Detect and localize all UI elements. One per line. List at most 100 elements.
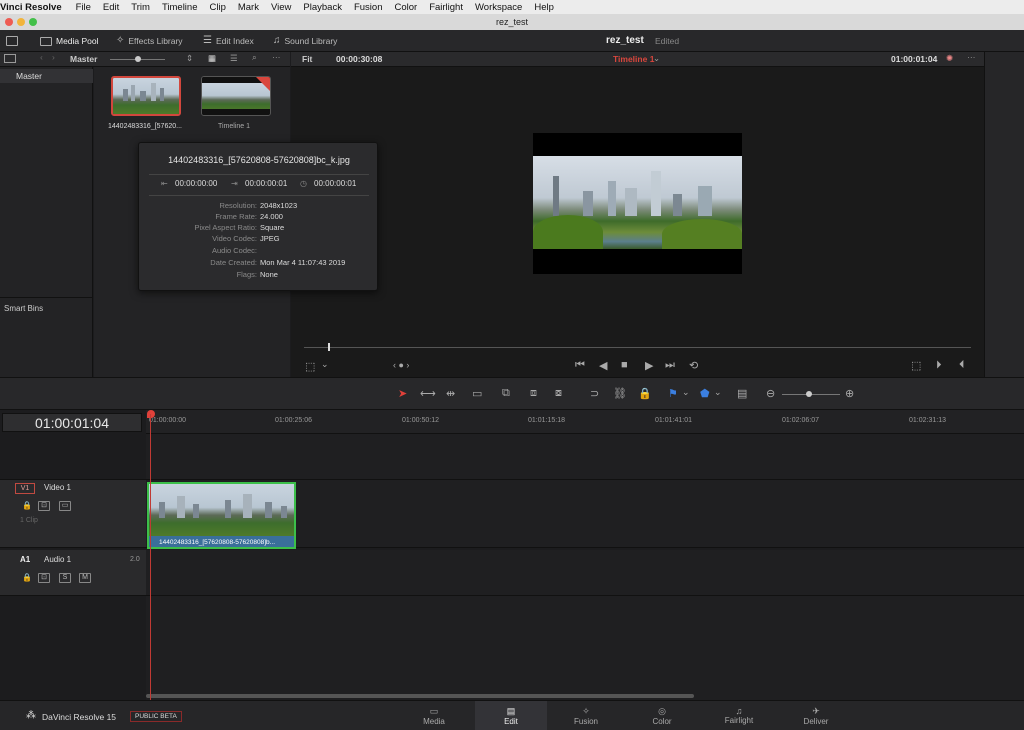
- sound-library-button[interactable]: ♫ Sound Library: [273, 30, 337, 52]
- page-fairlight[interactable]: ♫ Fairlight: [718, 701, 760, 730]
- audio-track-id[interactable]: A1: [20, 555, 30, 564]
- app-menu[interactable]: Vinci Resolve: [0, 2, 70, 13]
- menu-playback[interactable]: Playback: [297, 2, 348, 13]
- edit-index-button[interactable]: ☰ Edit Index: [203, 30, 254, 52]
- chevron-down-icon[interactable]: ⌄: [653, 53, 660, 64]
- zoom-out-icon[interactable]: ⊖: [766, 387, 775, 400]
- menu-clip[interactable]: Clip: [203, 2, 231, 13]
- go-to-end-icon[interactable]: ⏭: [665, 359, 675, 372]
- page-edit[interactable]: ▤ Edit: [475, 701, 547, 730]
- lock-track-icon[interactable]: 🔒: [22, 501, 32, 510]
- chevron-down-icon[interactable]: ⌄: [682, 387, 690, 398]
- minimize-window-button[interactable]: [17, 18, 25, 26]
- marker-icon[interactable]: ⬟: [700, 387, 710, 400]
- next-clip-icon[interactable]: ⏵: [936, 359, 942, 372]
- timeline-ruler[interactable]: 01:00:00:00 01:00:25:06 01:00:50:12 01:0…: [146, 410, 1024, 434]
- bin-list-icon[interactable]: [4, 54, 16, 63]
- bin-list-panel: Master Smart Bins: [0, 67, 93, 377]
- public-beta-badge: PUBLIC BETA: [130, 711, 182, 722]
- timeline-view-icon[interactable]: ▤: [737, 387, 747, 400]
- auto-select-icon[interactable]: ⊡: [38, 573, 50, 583]
- scrubber-playhead[interactable]: [328, 343, 330, 351]
- page-fusion[interactable]: ✧ Fusion: [566, 701, 606, 730]
- effects-library-button[interactable]: ✧ Effects Library: [116, 30, 183, 52]
- previous-clip-icon[interactable]: ⏴: [959, 359, 965, 372]
- play-icon[interactable]: ▶: [645, 359, 653, 372]
- search-icon[interactable]: ⌕: [252, 52, 257, 63]
- page-media[interactable]: ▭ Media: [414, 701, 454, 730]
- menu-color[interactable]: Color: [388, 2, 423, 13]
- media-pool-button[interactable]: Media Pool: [40, 30, 99, 52]
- menu-fairlight[interactable]: Fairlight: [423, 2, 469, 13]
- stop-icon[interactable]: ■: [621, 359, 628, 371]
- close-window-button[interactable]: [5, 18, 13, 26]
- menu-view[interactable]: View: [265, 2, 297, 13]
- menu-help[interactable]: Help: [528, 2, 560, 13]
- solo-button[interactable]: S: [59, 573, 71, 583]
- timeline-viewer[interactable]: ⬚ ⌄ ‹ ● › ⏮ ◀ ■ ▶ ⏭ ⟲ ⬚ ⏵ ⏴: [291, 67, 984, 377]
- resolve-logo-icon: ⁂: [26, 710, 36, 721]
- lock-icon[interactable]: 🔒: [638, 387, 652, 400]
- flag-icon[interactable]: ⚑: [668, 387, 678, 400]
- page-deliver[interactable]: ✈ Deliver: [796, 701, 836, 730]
- more-options-icon[interactable]: ···: [272, 52, 281, 62]
- zoom-fit-dropdown[interactable]: Fit: [302, 54, 312, 64]
- forward-icon[interactable]: ›: [52, 52, 55, 62]
- page-color[interactable]: ◎ Color: [642, 701, 682, 730]
- zoom-in-icon[interactable]: ⊕: [845, 387, 854, 400]
- menu-fusion[interactable]: Fusion: [348, 2, 389, 13]
- prop-key: Video Codec:: [212, 234, 257, 243]
- inspector-panel: [984, 52, 1024, 377]
- loop-icon[interactable]: ⟲: [689, 359, 698, 372]
- viewer-options-icon[interactable]: ···: [967, 52, 976, 62]
- grid-view-icon[interactable]: ▦: [208, 53, 216, 64]
- viewer-size-icon[interactable]: ⬚: [305, 360, 315, 373]
- insert-clip-icon[interactable]: ⧉: [502, 387, 510, 400]
- menu-file[interactable]: File: [70, 2, 97, 13]
- panel-toggle-button[interactable]: [6, 30, 18, 52]
- dynamic-trim-icon[interactable]: ⇹: [446, 387, 455, 400]
- duration-icon: ◷: [300, 179, 307, 188]
- track-visibility-icon[interactable]: ▭: [59, 501, 71, 511]
- snapping-icon[interactable]: ⊃: [590, 387, 599, 400]
- menu-timeline[interactable]: Timeline: [156, 2, 204, 13]
- menu-edit[interactable]: Edit: [97, 2, 125, 13]
- scrubber-bar[interactable]: [304, 347, 971, 348]
- sort-icon[interactable]: ⇕: [186, 53, 193, 64]
- media-clip-thumbnail[interactable]: [111, 76, 181, 116]
- go-to-start-icon[interactable]: ⏮: [575, 359, 585, 372]
- auto-select-icon[interactable]: ⊡: [38, 501, 50, 511]
- playhead-marker[interactable]: [147, 410, 155, 418]
- bin-master[interactable]: Master: [0, 69, 93, 83]
- track-header-empty: [0, 596, 146, 700]
- timeline-scrollbar[interactable]: [146, 694, 694, 698]
- lock-track-icon[interactable]: 🔒: [22, 573, 32, 582]
- back-icon[interactable]: ‹: [40, 52, 43, 62]
- video-track-id[interactable]: V1: [15, 483, 35, 494]
- prop-value: None: [260, 270, 278, 279]
- video-clip[interactable]: 14402483316_[57620808-57620808]b...: [147, 482, 296, 549]
- selection-pointer-icon[interactable]: ➤: [398, 387, 407, 400]
- timeline-thumbnail[interactable]: [201, 76, 271, 116]
- list-view-icon[interactable]: ☰: [230, 53, 238, 64]
- menu-trim[interactable]: Trim: [125, 2, 156, 13]
- menu-workspace[interactable]: Workspace: [469, 2, 528, 13]
- link-icon[interactable]: ⛓: [613, 387, 627, 400]
- menu-mark[interactable]: Mark: [232, 2, 265, 13]
- timeline-name-dropdown[interactable]: Timeline 1: [613, 54, 654, 64]
- blade-tool-icon[interactable]: ▭: [472, 387, 482, 400]
- zoom-window-button[interactable]: [29, 18, 37, 26]
- slider-knob[interactable]: [135, 56, 141, 62]
- play-reverse-icon[interactable]: ◀: [599, 359, 607, 372]
- jog-control[interactable]: ‹ ● ›: [393, 360, 409, 370]
- audio-channels: 2.0: [130, 556, 140, 563]
- zoom-slider-knob[interactable]: [806, 391, 812, 397]
- match-frame-icon[interactable]: ⬚: [911, 359, 921, 372]
- overwrite-clip-icon[interactable]: ⧈: [530, 387, 537, 400]
- replace-clip-icon[interactable]: ⧇: [555, 387, 562, 400]
- chevron-down-icon[interactable]: ⌄: [321, 359, 329, 370]
- color-wheel-icon[interactable]: ✺: [946, 53, 953, 64]
- mute-button[interactable]: M: [79, 573, 91, 583]
- trim-tool-icon[interactable]: ⟷: [420, 387, 436, 400]
- chevron-down-icon[interactable]: ⌄: [714, 387, 722, 398]
